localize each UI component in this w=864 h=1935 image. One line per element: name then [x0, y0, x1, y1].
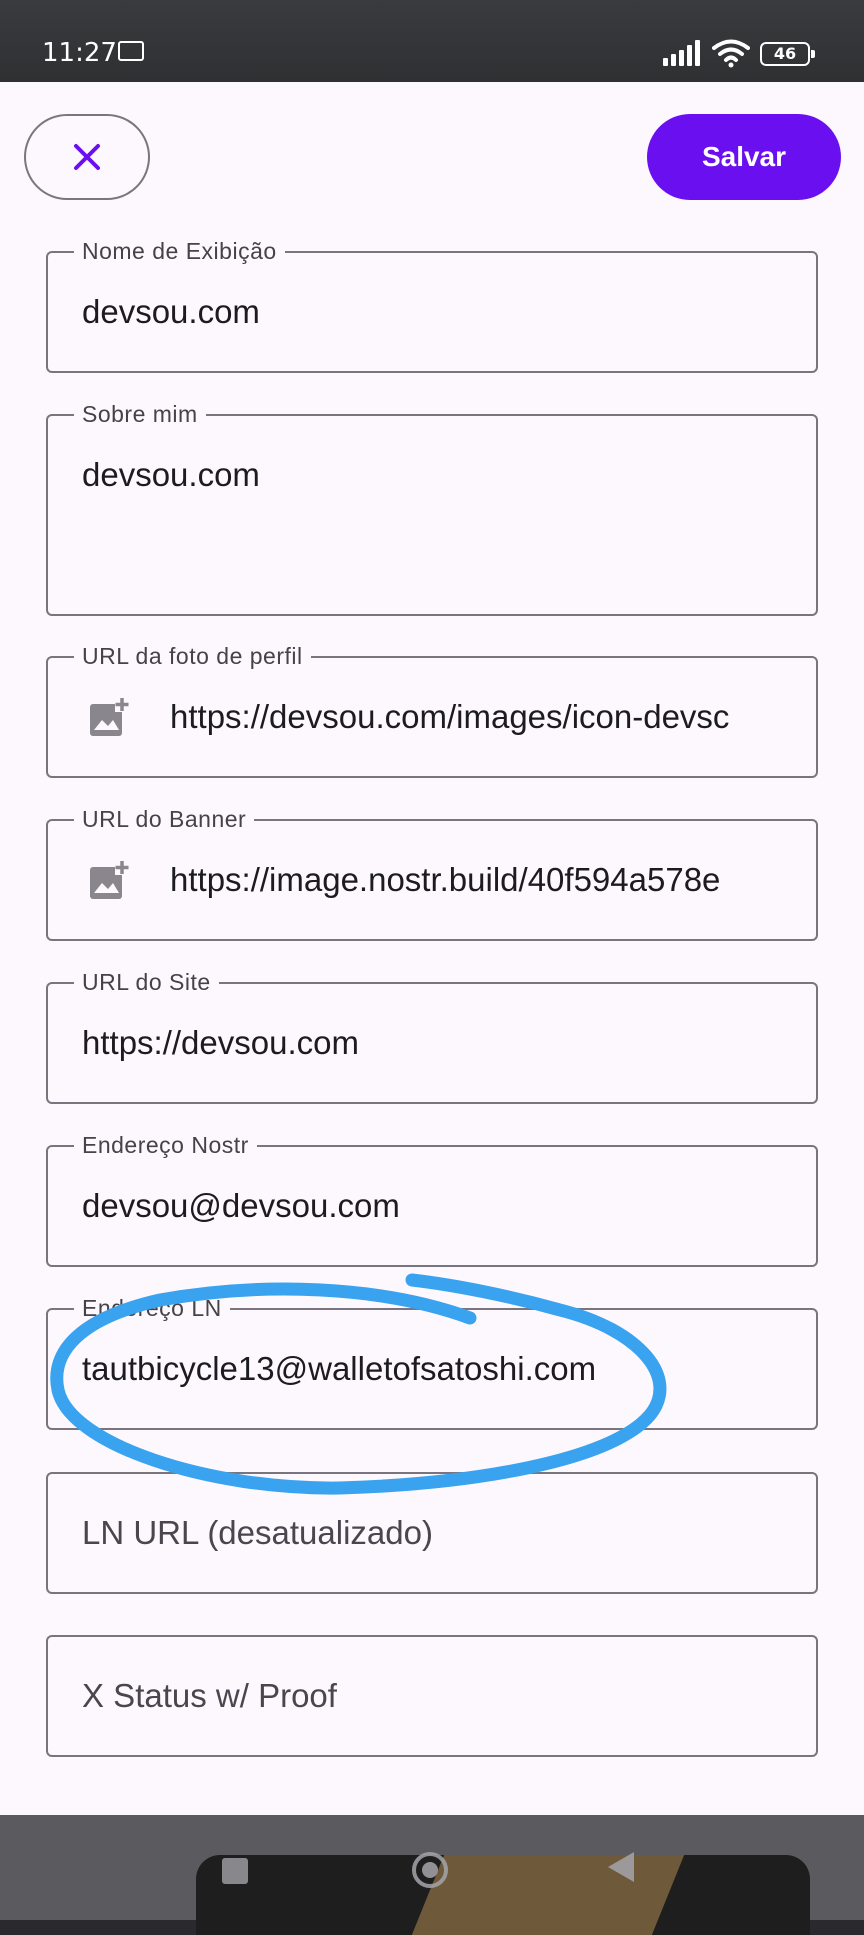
close-button[interactable] — [24, 114, 150, 200]
display-name-value: devsou.com — [82, 293, 260, 330]
wifi-icon — [712, 39, 750, 68]
x-status-field[interactable]: X Status w/ Proof — [46, 1635, 818, 1757]
banner-url-value: https://image.nostr.build/40f594a578e — [170, 861, 721, 898]
ln-address-field[interactable]: Endereço LN tautbicycle13@walletofsatosh… — [46, 1293, 818, 1430]
picture-url-label: URL da foto de perfil — [74, 641, 311, 671]
nostr-address-field[interactable]: Endereço Nostr devsou@devsou.com — [46, 1130, 818, 1267]
signal-icon — [663, 40, 701, 66]
ln-url-placeholder: LN URL (desatualizado) — [82, 1514, 433, 1551]
background-app-preview — [196, 1855, 810, 1935]
picture-url-value: https://devsou.com/images/icon-devsc — [170, 698, 730, 735]
ln-url-field[interactable]: LN URL (desatualizado) — [46, 1472, 818, 1594]
website-label: URL do Site — [74, 967, 219, 997]
banner-url-field[interactable]: URL do Banner https://image.nostr.build/… — [46, 804, 818, 941]
about-value: devsou.com — [82, 456, 260, 493]
nostr-address-value: devsou@devsou.com — [82, 1187, 400, 1224]
x-status-placeholder: X Status w/ Proof — [82, 1677, 337, 1714]
display-name-field[interactable]: Nome de Exibição devsou.com — [46, 236, 818, 373]
recents-button[interactable] — [222, 1858, 248, 1884]
ln-address-value: tautbicycle13@walletofsatoshi.com — [82, 1350, 597, 1387]
close-icon — [74, 144, 100, 170]
banner-url-label: URL do Banner — [74, 804, 255, 834]
website-value: https://devsou.com — [82, 1024, 359, 1061]
display-name-label: Nome de Exibição — [74, 236, 285, 266]
home-button[interactable] — [412, 1852, 448, 1888]
add-photo-icon — [90, 860, 130, 899]
status-bar: 11:27 46 — [0, 0, 864, 82]
about-label: Sobre mim — [74, 399, 206, 429]
battery-level: 46 — [773, 44, 797, 63]
edit-profile-sheet: Salvar Nome de Exibição devsou.com Sobre… — [0, 82, 864, 1815]
screen-record-icon — [118, 41, 144, 61]
back-button[interactable] — [608, 1852, 634, 1882]
website-field[interactable]: URL do Site https://devsou.com — [46, 967, 818, 1104]
ln-address-label: Endereço LN — [74, 1293, 230, 1323]
battery-icon: 46 — [760, 42, 815, 66]
status-time: 11:27 — [42, 38, 117, 68]
add-photo-icon — [90, 697, 130, 736]
about-field[interactable]: Sobre mim devsou.com — [46, 399, 818, 616]
save-button[interactable]: Salvar — [647, 114, 841, 200]
nostr-address-label: Endereço Nostr — [74, 1130, 257, 1160]
picture-url-field[interactable]: URL da foto de perfil https://devsou.com… — [46, 641, 818, 778]
